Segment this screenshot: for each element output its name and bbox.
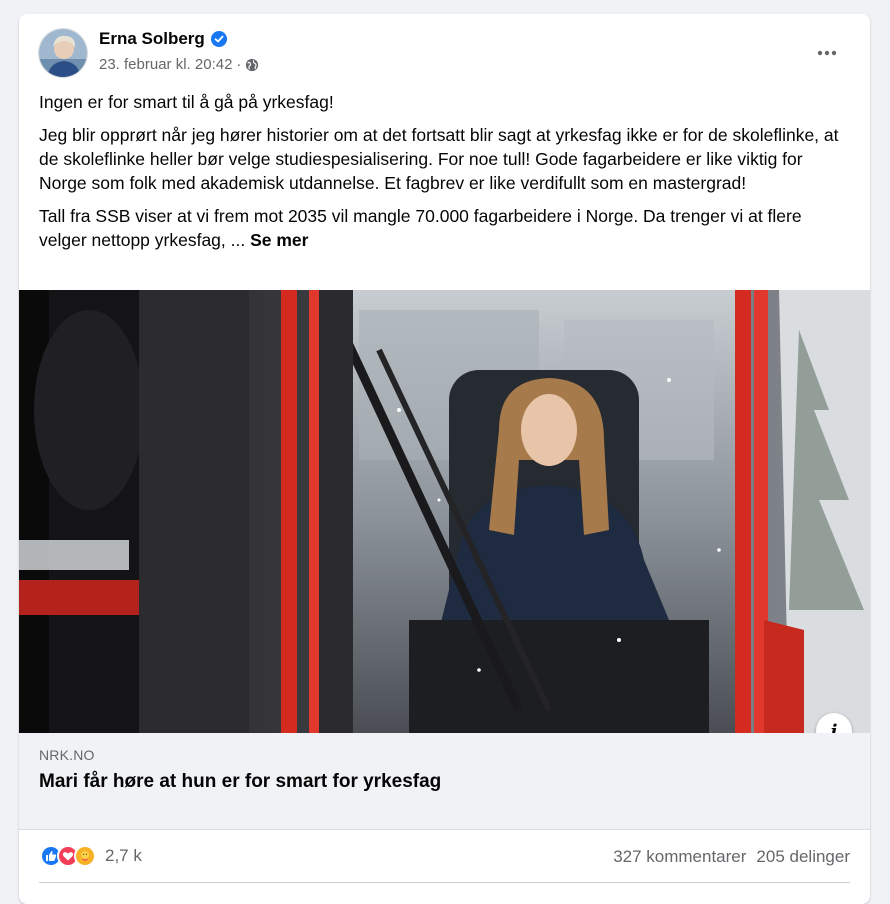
more-options-button[interactable] (810, 36, 844, 70)
verified-badge-icon (210, 31, 227, 47)
post-paragraph: Jeg blir opprørt når jeg hører historier… (39, 125, 839, 193)
link-domain: NRK.NO (39, 747, 95, 763)
post-paragraph: Ingen er for smart til å gå på yrkesfag! (39, 92, 334, 112)
author-name[interactable]: Erna Solberg (99, 29, 205, 49)
author-avatar[interactable] (38, 28, 88, 78)
link-title[interactable]: Mari får høre at hun er for smart for yr… (39, 771, 441, 793)
avatar-image (39, 29, 87, 77)
post-header: Erna Solberg 23. februar kl. 20:42 · (19, 14, 870, 84)
see-more-link[interactable]: Se mer (250, 230, 308, 250)
post-card: Erna Solberg 23. februar kl. 20:42 · Ing… (19, 14, 870, 904)
link-preview[interactable]: NRK.NO Mari får høre at hun er for smart… (19, 733, 870, 830)
author-line: Erna Solberg (99, 29, 227, 49)
engagement-counts: 327 kommentarer 205 delinger (613, 847, 850, 867)
meta-separator: · (236, 56, 242, 73)
care-icon (74, 845, 96, 867)
post-timestamp[interactable]: 23. februar kl. 20:42 (99, 56, 232, 73)
action-divider (39, 882, 850, 883)
shares-count[interactable]: 205 delinger (756, 847, 850, 867)
post-paragraph-last: Tall fra SSB viser at vi frem mot 2035 v… (39, 204, 854, 252)
comments-count[interactable]: 327 kommentarer (613, 847, 746, 867)
post-meta: 23. februar kl. 20:42 · (99, 56, 259, 73)
post-text: Ingen er for smart til å gå på yrkesfag!… (39, 90, 854, 261)
reactions-count: 2,7 k (105, 846, 142, 865)
globe-icon[interactable] (245, 58, 259, 72)
machine-cab-photo (19, 290, 870, 733)
more-dots-icon (817, 50, 837, 56)
post-stats: 2,7 k 327 kommentarer 205 delinger (19, 830, 870, 884)
reactions-summary[interactable]: 2,7 k (40, 845, 142, 867)
link-preview-image[interactable]: i (19, 290, 870, 733)
post-paragraph-text: Tall fra SSB viser at vi frem mot 2035 v… (39, 206, 802, 250)
